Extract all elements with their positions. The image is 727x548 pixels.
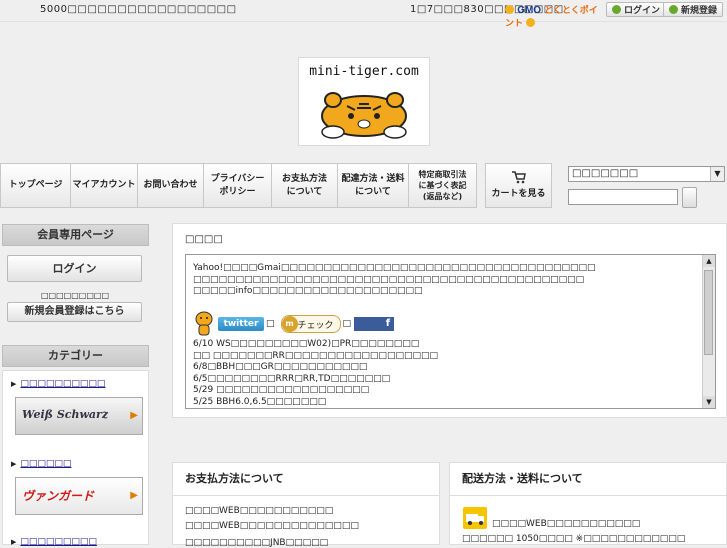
category-link[interactable]: □□□□□□□□□ xyxy=(11,537,97,547)
category-link[interactable]: □□□□□□ xyxy=(11,459,71,469)
category-banner-vanguard[interactable]: ヴァンガード ▶ xyxy=(15,477,143,515)
member-section-header: 会員専用ページ xyxy=(2,224,149,246)
nav-contact[interactable]: お問い合わせ xyxy=(137,163,203,208)
news-scroll-box[interactable]: Yahoo!□□□□Gmai□□□□□□□□□□□□□□□□□□□□□□□□□□… xyxy=(185,254,716,409)
register-note: □□□□□□□□□ xyxy=(40,291,110,300)
share-buttons: twitter □ m チェック □ f xyxy=(193,311,395,337)
sidebar-login-button[interactable]: ログイン xyxy=(7,255,142,282)
category-banner-weiss[interactable]: Weiß Schwarz ▶ xyxy=(15,397,143,435)
mixi-check-button[interactable]: m チェック xyxy=(280,315,341,333)
search-button[interactable] xyxy=(682,187,697,208)
top-bar: 5000□□□□□□□□□□□□□□□□□ 1□7□□□830□□□□□□□□ … xyxy=(0,0,727,29)
register-icon xyxy=(669,5,678,14)
category-select[interactable]: □□□□□□□ ▼ xyxy=(568,166,725,182)
shipping-header: 配送方法・送料について xyxy=(450,463,726,496)
facebook-share-button[interactable]: f xyxy=(354,317,395,331)
news-content: Yahoo!□□□□Gmai□□□□□□□□□□□□□□□□□□□□□□□□□□… xyxy=(193,263,596,296)
category-link[interactable]: □□□□□□□□□□ xyxy=(11,379,105,389)
tiger-logo-icon xyxy=(321,92,407,139)
nav-commercial-law[interactable]: 特定商取引法 に基づく表記 (返品など) xyxy=(408,163,477,208)
news-panel: □□□□ Yahoo!□□□□Gmai□□□□□□□□□□□□□□□□□□□□□… xyxy=(172,223,727,418)
nav-my-account[interactable]: マイアカウント xyxy=(70,163,137,208)
scroll-thumb[interactable] xyxy=(704,270,713,355)
sidebar-register-button[interactable]: 新規会員登録はこちら xyxy=(7,302,142,322)
category-section-header: カテゴリー xyxy=(2,345,149,367)
login-button[interactable]: ログイン xyxy=(606,2,667,17)
main-nav: トップページ マイアカウント お問い合わせ プライバシー ポリシー お支払方法 … xyxy=(0,163,477,208)
cart-icon xyxy=(511,171,526,184)
shipping-info-panel: 配送方法・送料について □□□□WEB□□□□□□□□□□□ □□□□□□ 10… xyxy=(449,462,727,545)
news-title: □□□□ xyxy=(185,234,223,245)
twitter-share-button[interactable]: twitter xyxy=(218,317,264,331)
scroll-down-icon[interactable]: ▼ xyxy=(703,396,715,408)
login-icon xyxy=(612,5,621,14)
dropdown-arrow-icon: ▼ xyxy=(710,167,724,181)
nav-top-page[interactable]: トップページ xyxy=(0,163,70,208)
site-logo[interactable]: mini-tiger.com xyxy=(298,57,430,146)
truck-icon xyxy=(463,507,487,529)
news-scrollbar[interactable]: ▲ ▼ xyxy=(702,255,715,408)
payment-info-panel: お支払方法について □□□□WEB□□□□□□□□□□□ □□□□WEB□□□□… xyxy=(172,462,440,548)
nav-shipping[interactable]: 配達方法・送料 について xyxy=(337,163,408,208)
category-list: □□□□□□□□□□ Weiß Schwarz ▶ □□□□□□ ヴァンガード … xyxy=(2,370,149,547)
payment-header: お支払方法について xyxy=(173,463,439,496)
scroll-up-icon[interactable]: ▲ xyxy=(703,255,715,267)
news-updates: 6/10 WS□□□□□□□□□W02)□PR□□□□□□□□ □□ □□□□□… xyxy=(193,339,438,407)
gmo-point-icon xyxy=(505,5,514,14)
nav-payment[interactable]: お支払方法 について xyxy=(271,163,337,208)
top-notice: 5000□□□□□□□□□□□□□□□□□ xyxy=(40,4,237,15)
gmo-point-logo: GMO とくとくポイント xyxy=(505,5,598,29)
register-button[interactable]: 新規登録 xyxy=(663,2,724,17)
nav-privacy-policy[interactable]: プライバシー ポリシー xyxy=(203,163,271,208)
mixi-icon: m xyxy=(281,316,298,332)
view-cart-button[interactable]: カートを見る xyxy=(485,163,552,208)
search-input[interactable] xyxy=(568,189,678,205)
tiger-mascot-icon xyxy=(195,311,213,336)
